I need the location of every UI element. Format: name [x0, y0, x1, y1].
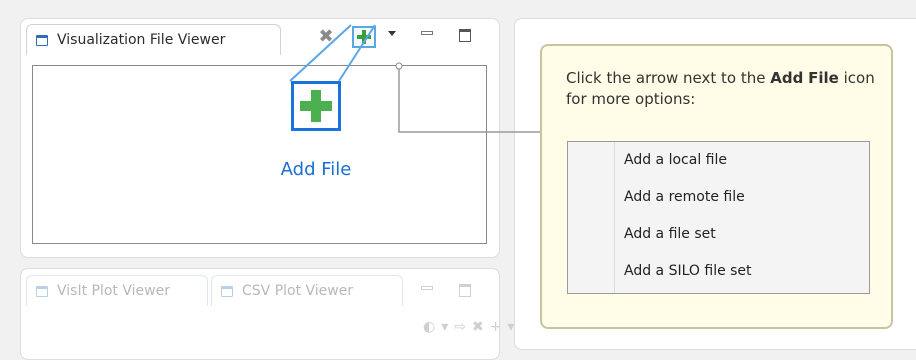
tab-csv-plot-viewer[interactable]: CSV Plot Viewer — [211, 275, 403, 306]
callout-bold-file: File — [808, 69, 839, 87]
add-file-zoomed-icon — [291, 81, 341, 131]
menu-item-add-local-file[interactable]: Add a local file — [624, 148, 727, 172]
tab-label: CSV Plot Viewer — [242, 283, 354, 299]
visualization-file-viewer-panel: Visualization File Viewer ✖ Add File — [20, 18, 500, 258]
menu-item-add-silo-file-set[interactable]: Add a SILO file set — [624, 259, 752, 283]
callout-tooltip: Click the arrow next to the Add File ico… — [540, 44, 893, 329]
dropdown-arrow-icon[interactable] — [388, 31, 396, 36]
wrench-icon[interactable]: ✖ — [316, 27, 336, 47]
window-icon — [36, 34, 48, 46]
green-plus-icon — [357, 30, 371, 44]
menu-item-add-remote-file[interactable]: Add a remote file — [624, 185, 745, 209]
maximize-button[interactable] — [459, 284, 471, 297]
green-plus-icon — [300, 90, 332, 122]
minimize-button[interactable] — [421, 286, 433, 290]
tab-label: VisIt Plot Viewer — [57, 283, 170, 299]
menu-gutter — [614, 142, 615, 293]
callout-text: Click the arrow next to the Add File ico… — [566, 68, 876, 110]
plot-toolbar-icons: ◐▾⇨✖+▾ — [423, 319, 521, 335]
add-file-dropdown-menu: Add a local file Add a remote file Add a… — [567, 141, 870, 294]
tab-visit-plot-viewer[interactable]: VisIt Plot Viewer — [26, 275, 208, 306]
add-file-label: Add File — [280, 159, 352, 180]
plot-viewer-panel: VisIt Plot Viewer CSV Plot Viewer ◐▾⇨✖+▾ — [20, 268, 514, 360]
callout-text-part: Click the arrow next to the — [566, 69, 771, 87]
window-icon — [221, 285, 233, 297]
menu-item-add-file-set[interactable]: Add a file set — [624, 222, 716, 246]
minimize-button[interactable] — [421, 31, 433, 35]
file-viewer-content — [32, 65, 487, 244]
add-file-button[interactable] — [352, 26, 376, 48]
maximize-button[interactable] — [459, 29, 471, 42]
window-icon — [36, 285, 48, 297]
tab-visualization-file-viewer[interactable]: Visualization File Viewer — [26, 24, 281, 55]
callout-bold-add: Add — [770, 69, 804, 87]
tab-label: Visualization File Viewer — [57, 32, 226, 48]
